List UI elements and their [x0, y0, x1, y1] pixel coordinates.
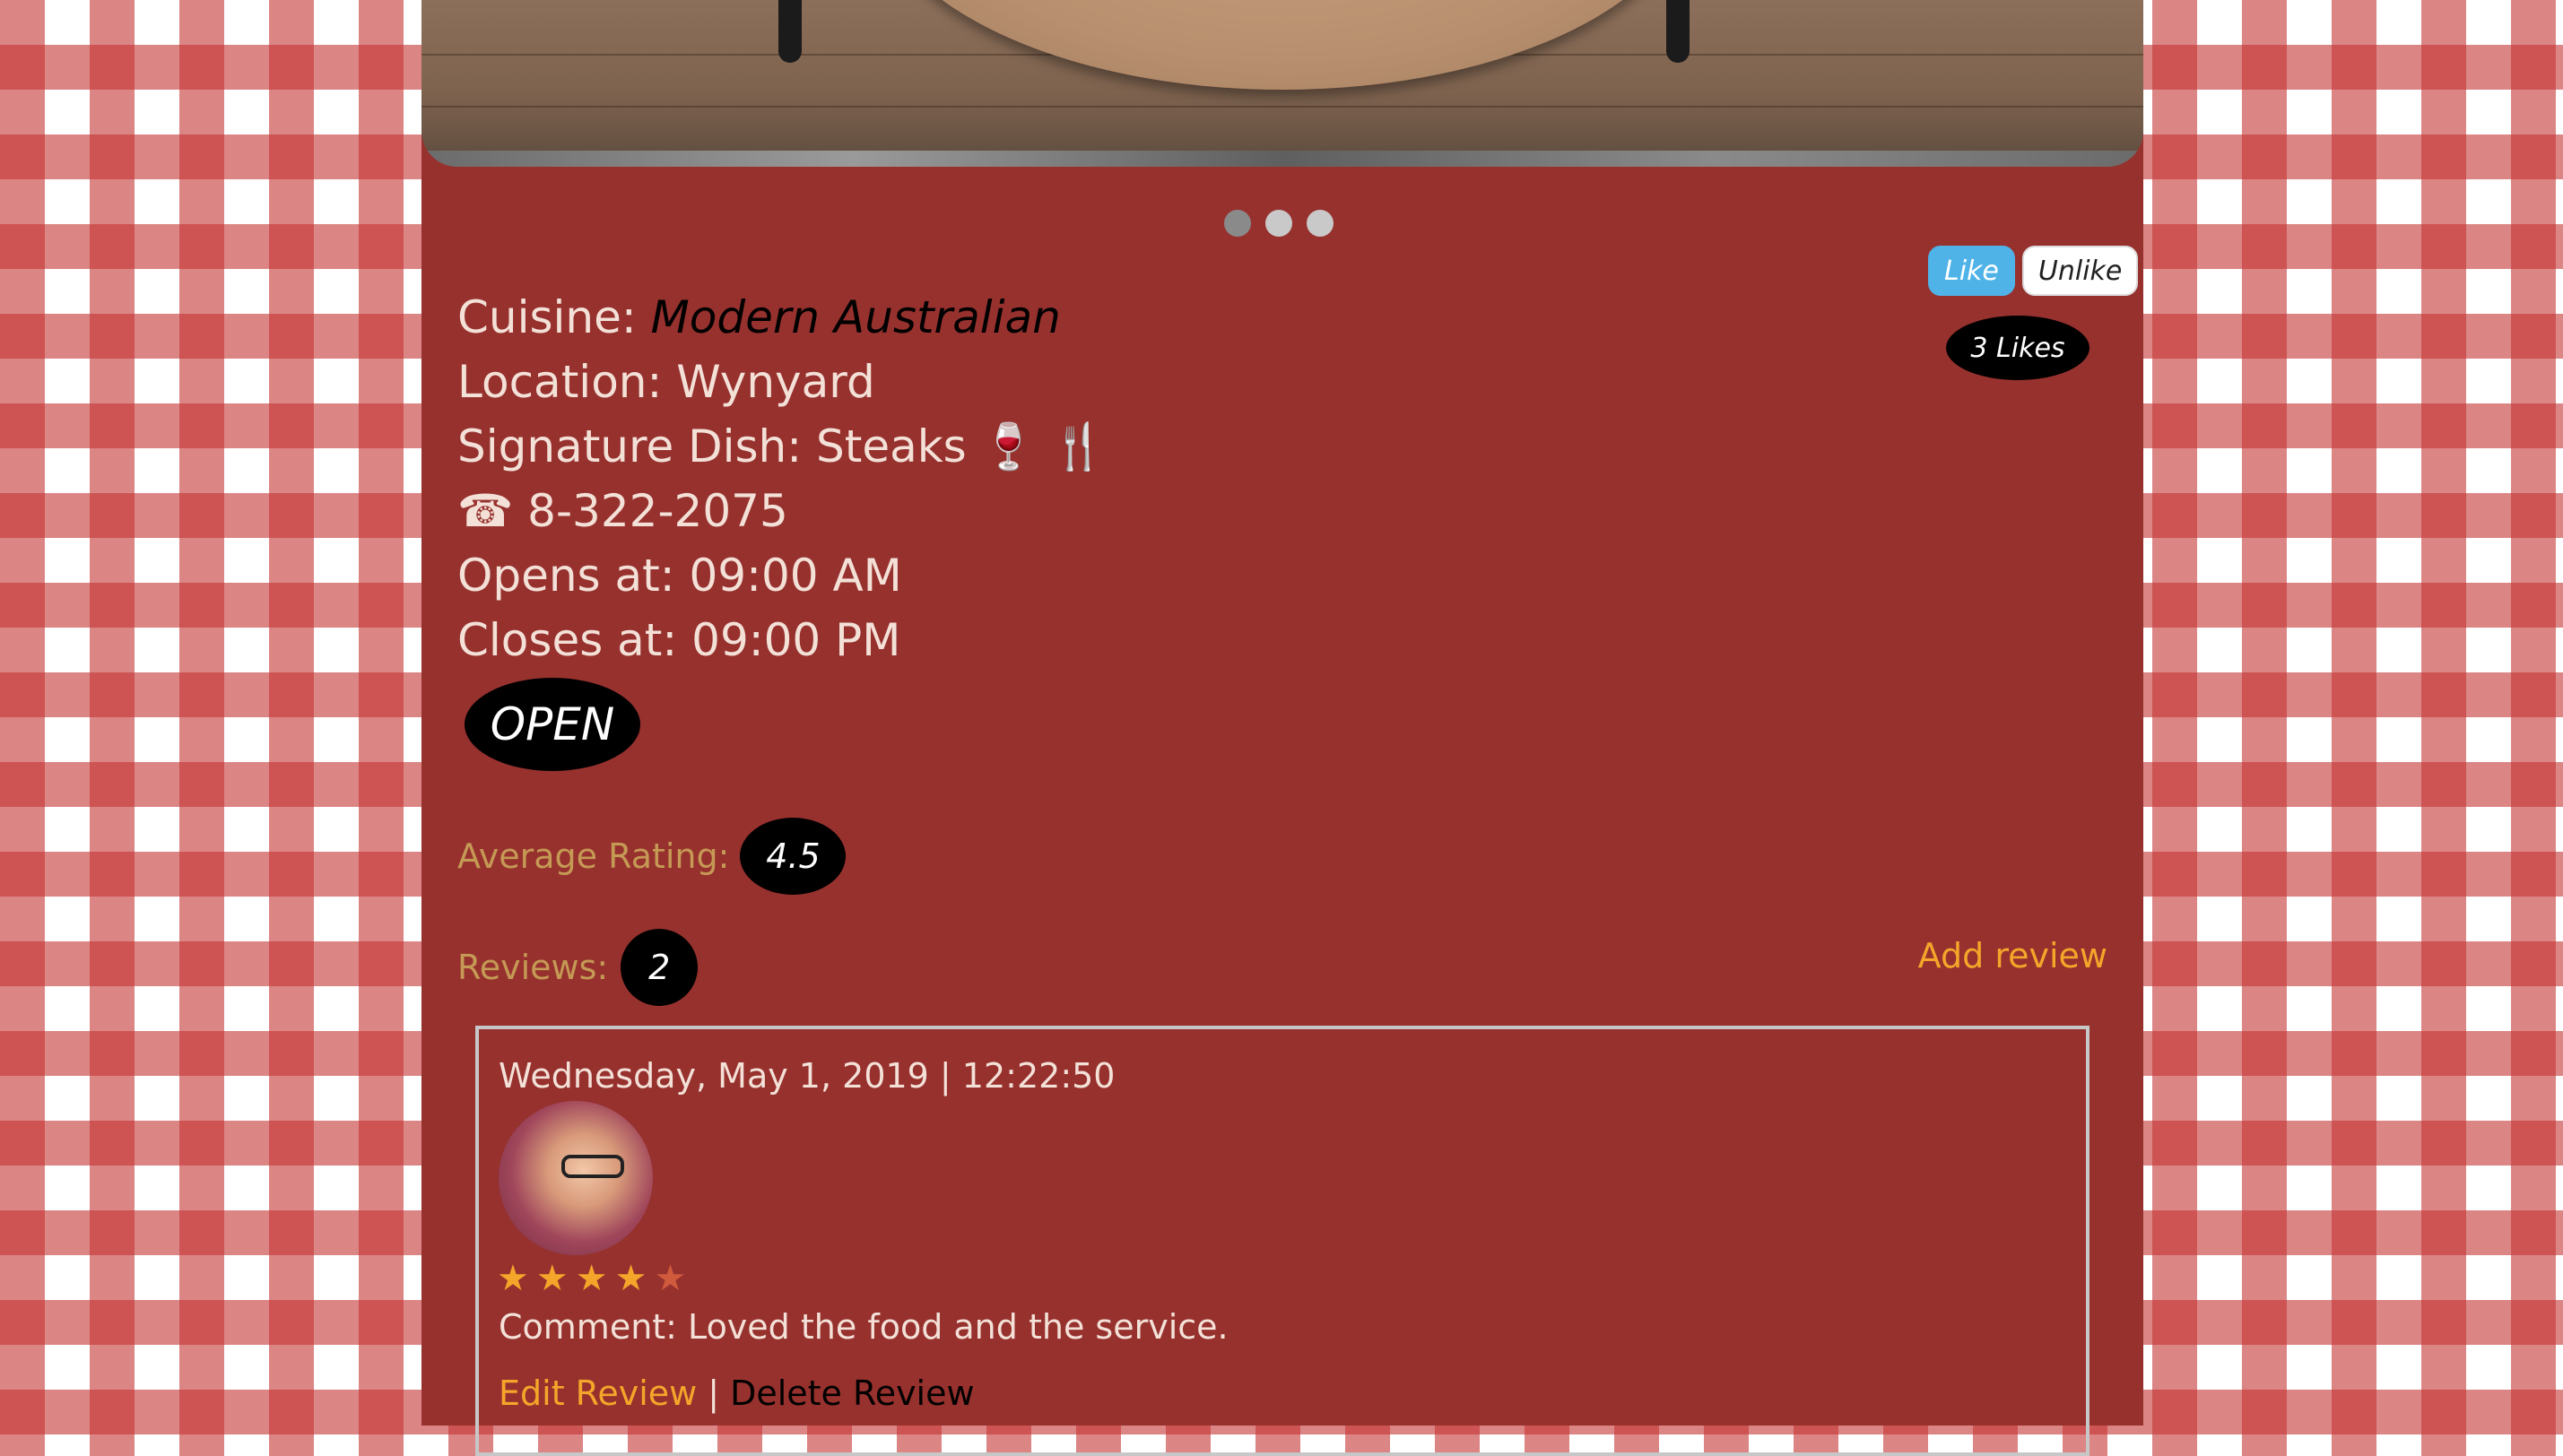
- average-rating-label: Average Rating:: [457, 836, 730, 876]
- phone-text: ☎ 8-322-2075: [457, 485, 788, 537]
- delete-review-link[interactable]: Delete Review: [730, 1374, 975, 1413]
- star-icon: ★: [497, 1258, 529, 1299]
- star-icon: ★: [575, 1258, 608, 1299]
- star-icon: ★: [614, 1258, 647, 1299]
- opening-time-text: Opens at: 09:00 AM: [457, 550, 902, 602]
- carousel-dots: [1224, 210, 1334, 237]
- signature-dish-text: Signature Dish: Steaks 🍷 🍴: [457, 420, 1108, 472]
- hero-image: [421, 0, 2143, 167]
- open-status-badge: OPEN: [465, 678, 640, 771]
- review-date: Wednesday, May 1, 2019 | 12:22:50: [499, 1056, 1116, 1096]
- review-comment: Comment: Loved the food and the service.: [499, 1307, 1229, 1347]
- closing-time-text: Closes at: 09:00 PM: [457, 614, 901, 666]
- reviews-row: Reviews: 2: [457, 929, 699, 1006]
- restaurant-panel: Like Unlike 3 Likes Cuisine: Modern Aust…: [421, 0, 2143, 1456]
- like-button[interactable]: Like: [1928, 246, 2015, 296]
- actions-separator: |: [708, 1374, 720, 1413]
- cuisine-value: Modern Australian: [650, 291, 1061, 343]
- review-actions: Edit Review | Delete Review: [499, 1374, 975, 1413]
- carousel-dot-2[interactable]: [1265, 210, 1292, 237]
- star-icon: ★: [654, 1258, 687, 1299]
- location-text: Location: Wynyard: [457, 356, 875, 408]
- reviews-label: Reviews:: [457, 948, 609, 987]
- likes-count-badge: 3 Likes: [1946, 316, 2089, 380]
- restaurant-info: Cuisine: Modern Australian Location: Wyn…: [457, 285, 1107, 672]
- unlike-button[interactable]: Unlike: [2021, 246, 2139, 296]
- avatar: [499, 1101, 653, 1255]
- edit-review-link[interactable]: Edit Review: [499, 1374, 697, 1413]
- like-controls: Like Unlike: [1928, 246, 2139, 296]
- average-rating-row: Average Rating: 4.5: [457, 818, 847, 895]
- review-stars: ★ ★ ★ ★ ★: [497, 1261, 686, 1296]
- carousel-dot-1[interactable]: [1224, 210, 1251, 237]
- star-icon: ★: [535, 1258, 569, 1299]
- carousel-dot-3[interactable]: [1307, 210, 1334, 237]
- review-card: Wednesday, May 1, 2019 | 12:22:50 ★ ★ ★ ★ ★ …: [475, 1026, 2089, 1456]
- plate-image: [870, 0, 1695, 90]
- cuisine-row: Cuisine: Modern Australian: [457, 285, 1107, 350]
- add-review-link[interactable]: Add review: [1918, 936, 2107, 975]
- reviews-count-badge: 2: [621, 929, 699, 1006]
- average-rating-badge: 4.5: [740, 818, 847, 895]
- cuisine-label: Cuisine:: [457, 291, 651, 343]
